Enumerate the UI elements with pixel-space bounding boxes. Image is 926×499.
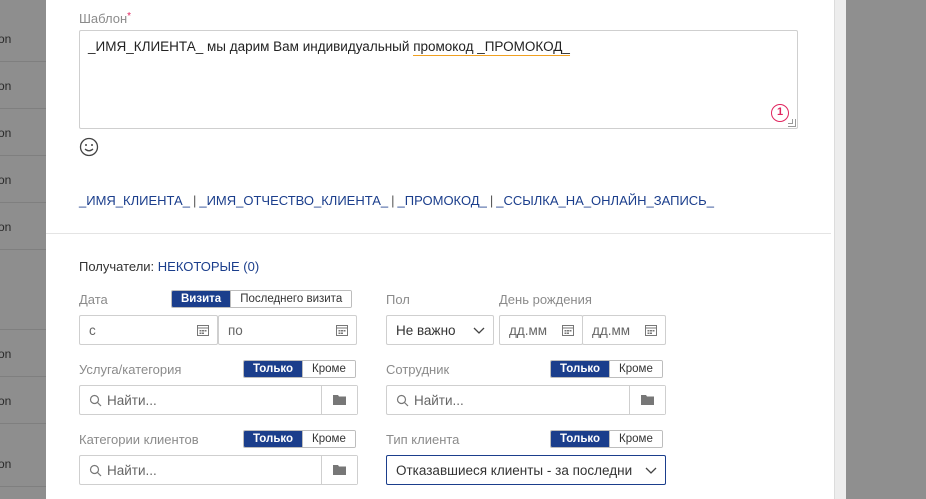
variable-separator: | <box>192 193 197 208</box>
template-label-text: Шаблон <box>79 11 128 26</box>
toggle-only[interactable]: Только <box>551 431 610 447</box>
template-variables: _ИМЯ_КЛИЕНТА_ | _ИМЯ_ОТЧЕСТВО_КЛИЕНТА_ | _ПР… <box>79 193 714 208</box>
birthday-from-placeholder: дд.мм <box>509 323 548 338</box>
staff-label: Сотрудник <box>386 362 450 377</box>
gender-value: Не важно <box>396 323 456 338</box>
list-item: on <box>0 203 46 250</box>
list-item: on <box>0 440 46 487</box>
calendar-icon <box>645 325 657 336</box>
error-counter-badge: 1 <box>771 104 789 122</box>
list-item: on <box>0 62 46 109</box>
variable-online-link[interactable]: _ССЫЛКА_НА_ОНЛАЙН_ЗАПИСЬ_ <box>496 193 714 208</box>
section-divider <box>46 233 831 234</box>
search-icon <box>89 464 102 477</box>
modal-scrollbar[interactable] <box>834 0 846 499</box>
search-icon <box>89 394 102 407</box>
toggle-only[interactable]: Только <box>244 361 303 377</box>
template-label: Шаблон* <box>79 11 131 26</box>
client-categories-search-placeholder: Найти... <box>107 463 157 478</box>
variable-client-patronymic[interactable]: _ИМЯ_ОТЧЕСТВО_КЛИЕНТА_ <box>199 193 388 208</box>
list-item <box>0 250 46 330</box>
service-label: Услуга/категория <box>79 362 182 377</box>
recipients-label: Получатели: <box>79 259 155 274</box>
chevron-down-icon <box>645 467 657 474</box>
service-folder-button[interactable] <box>321 386 357 414</box>
calendar-icon <box>336 325 348 336</box>
toggle-last-visit[interactable]: Последнего визита <box>230 291 352 307</box>
date-type-toggle: Визита Последнего визита <box>171 290 353 308</box>
birthday-to-placeholder: дд.мм <box>592 323 631 338</box>
staff-toggle: Только Кроме <box>550 360 663 378</box>
variable-separator: | <box>489 193 494 208</box>
staff-search-input[interactable]: Найти... <box>386 385 666 415</box>
chevron-down-icon <box>473 327 485 334</box>
toggle-except[interactable]: Кроме <box>302 361 355 377</box>
gender-select[interactable]: Не важно <box>386 315 494 345</box>
calendar-icon <box>562 325 574 336</box>
client-categories-search-input[interactable]: Найти... <box>79 455 358 485</box>
search-icon <box>396 394 409 407</box>
service-search-placeholder: Найти... <box>107 393 157 408</box>
list-item: on <box>0 330 46 377</box>
client-categories-folder-button[interactable] <box>321 456 357 484</box>
service-toggle: Только Кроме <box>243 360 356 378</box>
toggle-except[interactable]: Кроме <box>609 431 662 447</box>
client-categories-toggle: Только Кроме <box>243 430 356 448</box>
date-to-placeholder: по <box>228 323 243 338</box>
variable-promocode[interactable]: _ПРОМОКОД_ <box>398 193 487 208</box>
date-to-input[interactable]: по <box>218 315 357 345</box>
toggle-except[interactable]: Кроме <box>302 431 355 447</box>
birthday-label: День рождения <box>499 292 592 307</box>
list-item: on <box>0 109 46 156</box>
background-right-area <box>846 0 926 499</box>
recipients-link[interactable]: НЕКОТОРЫЕ (0) <box>158 259 259 274</box>
list-item: on <box>0 156 46 203</box>
client-categories-label: Категории клиентов <box>79 432 199 447</box>
client-type-toggle: Только Кроме <box>550 430 663 448</box>
smiley-icon[interactable] <box>79 137 99 157</box>
birthday-to-input[interactable]: дд.мм <box>582 315 666 345</box>
template-text-part: _ИМЯ_КЛИЕНТА_ мы дарим Вам индивидуальны… <box>88 39 414 54</box>
service-search-input[interactable]: Найти... <box>79 385 358 415</box>
folder-icon <box>641 395 654 405</box>
date-from-placeholder: с <box>89 323 96 338</box>
staff-search-placeholder: Найти... <box>414 393 464 408</box>
folder-icon <box>333 395 346 405</box>
staff-folder-button[interactable] <box>629 386 665 414</box>
required-mark: * <box>127 11 132 22</box>
template-text: _ИМЯ_КЛИЕНТА_ мы дарим Вам индивидуальны… <box>88 39 570 56</box>
recipients-row: Получатели: НЕКОТОРЫЕ (0) <box>79 259 259 274</box>
client-type-label: Тип клиента <box>386 432 460 447</box>
client-type-value: Отказавшиеся клиенты - за последни <box>396 463 633 478</box>
toggle-only[interactable]: Только <box>244 431 303 447</box>
variable-separator: | <box>391 193 395 208</box>
gender-label: Пол <box>386 292 410 307</box>
client-type-select[interactable]: Отказавшиеся клиенты - за последни <box>386 455 666 485</box>
folder-icon <box>333 465 346 475</box>
template-textarea[interactable]: _ИМЯ_КЛИЕНТА_ мы дарим Вам индивидуальны… <box>79 30 798 129</box>
date-from-input[interactable]: с <box>79 315 218 345</box>
toggle-except[interactable]: Кроме <box>609 361 662 377</box>
list-item: on <box>0 377 46 424</box>
toggle-visit[interactable]: Визита <box>172 291 231 307</box>
birthday-from-input[interactable]: дд.мм <box>499 315 583 345</box>
variable-client-name[interactable]: _ИМЯ_КЛИЕНТА_ <box>79 193 190 208</box>
resize-handle[interactable] <box>788 119 796 127</box>
template-text-spellcheck: промокод _ПРОМОКОД_ <box>413 39 570 56</box>
list-item: on <box>0 15 46 62</box>
calendar-icon <box>197 325 209 336</box>
date-label: Дата <box>79 292 108 307</box>
toggle-only[interactable]: Только <box>551 361 610 377</box>
